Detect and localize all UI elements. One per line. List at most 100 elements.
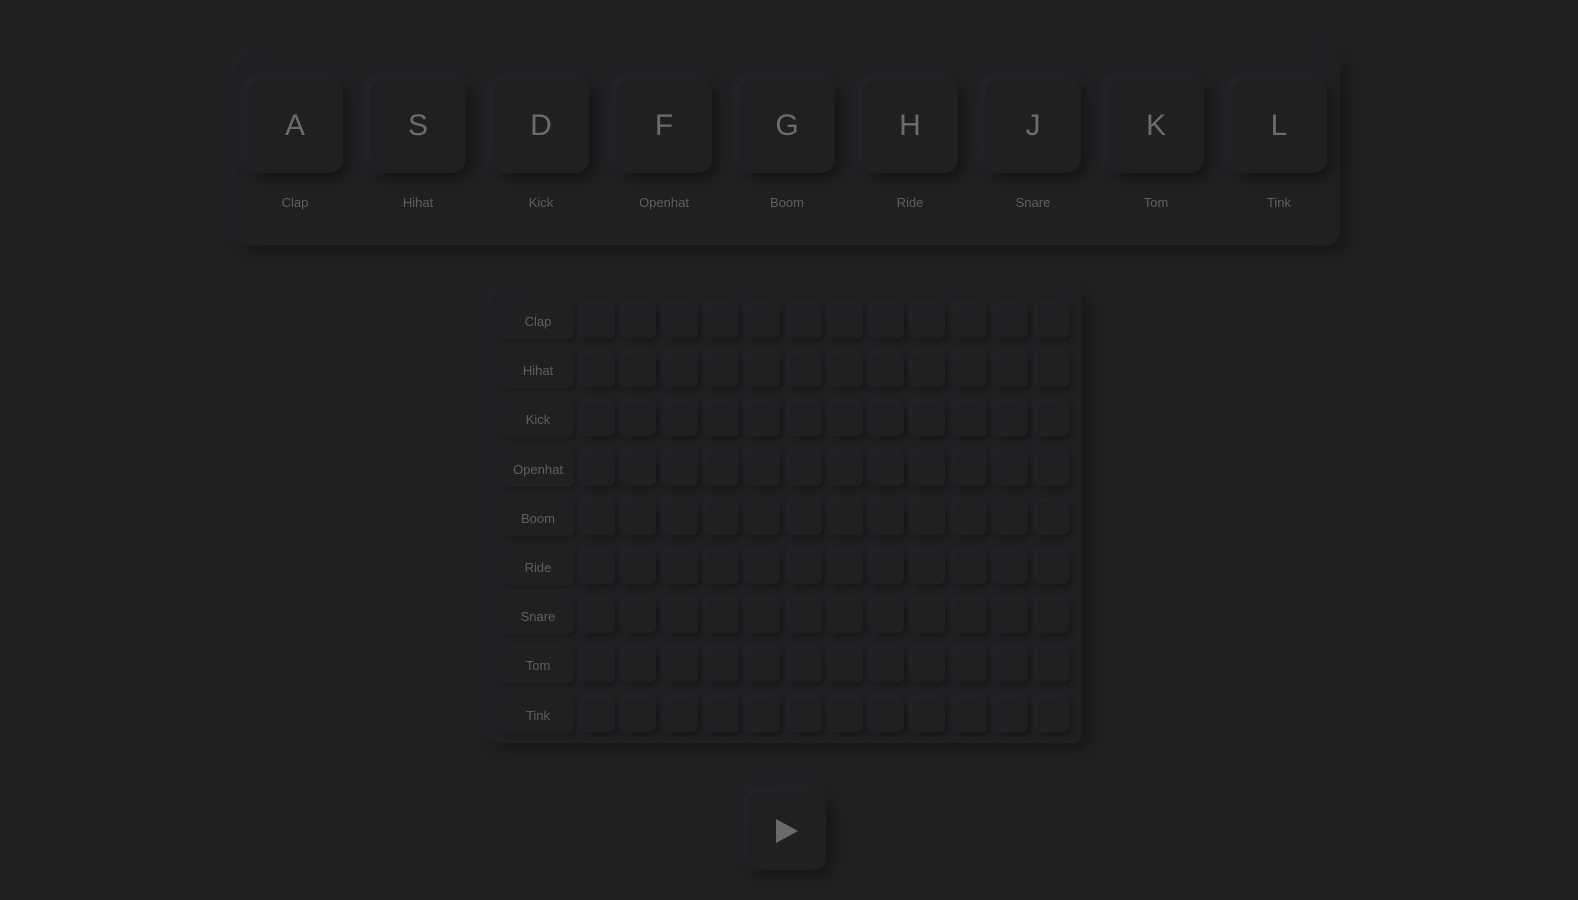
step-cell[interactable] [954,502,987,535]
step-cell[interactable] [582,354,615,387]
step-cell[interactable] [623,551,656,584]
key-d-button[interactable]: D [493,79,589,173]
step-cell[interactable] [830,305,863,338]
step-cell[interactable] [747,453,780,486]
step-cell[interactable] [912,699,945,732]
step-cell[interactable] [1036,502,1069,535]
step-cell[interactable] [706,502,739,535]
step-cell[interactable] [1036,354,1069,387]
step-cell[interactable] [912,649,945,682]
step-cell[interactable] [871,403,904,436]
step-cell[interactable] [623,354,656,387]
step-cell[interactable] [830,649,863,682]
step-cell[interactable] [747,403,780,436]
step-cell[interactable] [912,502,945,535]
step-cell[interactable] [623,502,656,535]
step-cell[interactable] [623,403,656,436]
step-cell[interactable] [995,551,1028,584]
step-cell[interactable] [995,305,1028,338]
step-cell[interactable] [789,305,822,338]
step-cell[interactable] [954,403,987,436]
step-cell[interactable] [995,699,1028,732]
step-cell[interactable] [830,600,863,633]
step-cell[interactable] [747,600,780,633]
step-cell[interactable] [706,649,739,682]
step-cell[interactable] [747,551,780,584]
step-cell[interactable] [912,305,945,338]
step-cell[interactable] [665,502,698,535]
step-cell[interactable] [623,649,656,682]
step-cell[interactable] [871,354,904,387]
step-cell[interactable] [912,403,945,436]
step-cell[interactable] [912,354,945,387]
step-cell[interactable] [830,551,863,584]
step-cell[interactable] [706,403,739,436]
step-cell[interactable] [830,403,863,436]
step-cell[interactable] [1036,453,1069,486]
step-cell[interactable] [665,600,698,633]
step-cell[interactable] [871,453,904,486]
step-cell[interactable] [582,649,615,682]
key-f-button[interactable]: F [616,79,712,173]
step-cell[interactable] [871,649,904,682]
step-cell[interactable] [747,354,780,387]
step-cell[interactable] [582,453,615,486]
step-cell[interactable] [706,453,739,486]
key-h-button[interactable]: H [862,79,958,173]
step-cell[interactable] [706,305,739,338]
step-cell[interactable] [789,502,822,535]
step-cell[interactable] [1036,649,1069,682]
step-cell[interactable] [912,600,945,633]
step-cell[interactable] [789,600,822,633]
step-cell[interactable] [954,699,987,732]
step-cell[interactable] [830,354,863,387]
step-cell[interactable] [706,354,739,387]
step-cell[interactable] [747,502,780,535]
step-cell[interactable] [912,453,945,486]
step-cell[interactable] [747,649,780,682]
step-cell[interactable] [995,403,1028,436]
step-cell[interactable] [1036,403,1069,436]
key-g-button[interactable]: G [739,79,835,173]
key-l-button[interactable]: L [1231,79,1327,173]
step-cell[interactable] [830,502,863,535]
step-cell[interactable] [871,699,904,732]
step-cell[interactable] [747,699,780,732]
step-cell[interactable] [582,305,615,338]
step-cell[interactable] [995,354,1028,387]
key-j-button[interactable]: J [985,79,1081,173]
key-a-button[interactable]: A [247,79,343,173]
step-cell[interactable] [582,502,615,535]
play-button[interactable] [748,792,826,870]
step-cell[interactable] [665,305,698,338]
step-cell[interactable] [954,453,987,486]
step-cell[interactable] [706,551,739,584]
step-cell[interactable] [871,551,904,584]
step-cell[interactable] [665,453,698,486]
step-cell[interactable] [623,453,656,486]
step-cell[interactable] [871,600,904,633]
step-cell[interactable] [995,453,1028,486]
step-cell[interactable] [1036,551,1069,584]
step-cell[interactable] [789,649,822,682]
step-cell[interactable] [665,403,698,436]
step-cell[interactable] [995,649,1028,682]
step-cell[interactable] [1036,699,1069,732]
step-cell[interactable] [665,354,698,387]
step-cell[interactable] [995,600,1028,633]
step-cell[interactable] [789,403,822,436]
step-cell[interactable] [706,699,739,732]
step-cell[interactable] [954,649,987,682]
step-cell[interactable] [995,502,1028,535]
step-cell[interactable] [912,551,945,584]
step-cell[interactable] [623,305,656,338]
step-cell[interactable] [789,453,822,486]
step-cell[interactable] [871,502,904,535]
step-cell[interactable] [1036,305,1069,338]
step-cell[interactable] [954,600,987,633]
step-cell[interactable] [747,305,780,338]
step-cell[interactable] [789,699,822,732]
step-cell[interactable] [582,403,615,436]
step-cell[interactable] [789,354,822,387]
step-cell[interactable] [582,699,615,732]
